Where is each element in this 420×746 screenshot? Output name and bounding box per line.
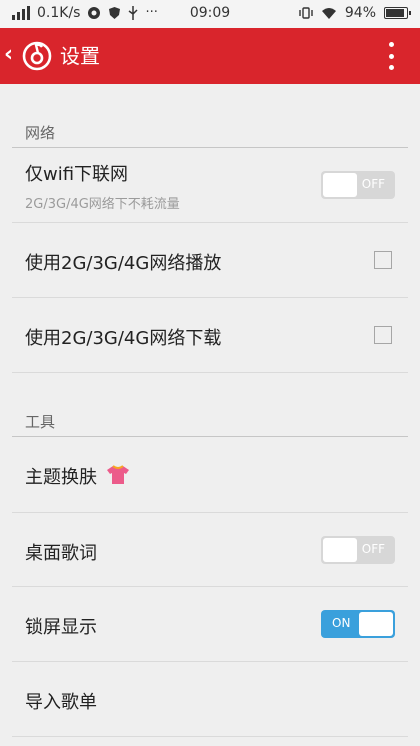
toggle-state: OFF: [361, 542, 385, 556]
desktop-lyrics-toggle[interactable]: OFF: [321, 536, 395, 564]
toggle-state: ON: [332, 616, 351, 630]
setting-label: 导入歌单: [25, 692, 97, 713]
setting-download-on-mobile[interactable]: 使用2G/3G/4G网络下载: [0, 298, 420, 372]
battery-percent: 94%: [344, 5, 376, 21]
lockscreen-toggle[interactable]: ON: [321, 610, 395, 638]
row-divider: [12, 736, 408, 737]
status-bar: 0.1K/s ··· 09:09 94%: [0, 0, 420, 28]
setting-description: 2G/3G/4G网络下不耗流量: [25, 197, 180, 212]
setting-wifi-only[interactable]: 仅wifi下联网 2G/3G/4G网络下不耗流量 OFF: [0, 148, 420, 222]
setting-theme[interactable]: 主题换肤: [0, 437, 420, 511]
row-divider: [12, 372, 408, 373]
setting-lockscreen[interactable]: 锁屏显示 ON: [0, 587, 420, 661]
status-right: 94%: [299, 5, 411, 21]
setting-desktop-lyrics[interactable]: 桌面歌词 OFF: [0, 513, 420, 587]
setting-label: 仅wifi下联网: [25, 164, 129, 185]
setting-label: 使用2G/3G/4G网络播放: [25, 253, 222, 274]
battery-icon: [384, 7, 411, 19]
page-title: 设置: [60, 44, 100, 68]
wifi-only-toggle[interactable]: OFF: [321, 171, 395, 199]
overflow-menu-icon[interactable]: [388, 42, 394, 70]
toggle-knob: [323, 538, 357, 562]
setting-label: 使用2G/3G/4G网络下载: [25, 328, 222, 349]
setting-play-on-mobile[interactable]: 使用2G/3G/4G网络播放: [0, 223, 420, 297]
setting-label: 锁屏显示: [25, 617, 97, 638]
download-on-mobile-checkbox[interactable]: [374, 326, 392, 344]
setting-label: 桌面歌词: [25, 543, 97, 564]
toggle-knob: [323, 173, 357, 197]
app-logo-icon[interactable]: [22, 41, 52, 71]
toggle-state: OFF: [361, 177, 385, 191]
app-bar: ‹ 设置: [0, 28, 420, 84]
toggle-knob: [359, 612, 393, 636]
section-title-tools: 工具: [25, 413, 56, 431]
wifi-icon: [321, 7, 336, 19]
setting-import-playlist[interactable]: 导入歌单: [0, 662, 420, 736]
tshirt-icon: [107, 465, 129, 484]
play-on-mobile-checkbox[interactable]: [374, 251, 392, 269]
vibrate-icon: [299, 7, 313, 19]
section-title-network: 网络: [25, 124, 56, 142]
back-icon[interactable]: ‹: [4, 42, 13, 68]
setting-label: 主题换肤: [25, 467, 97, 488]
